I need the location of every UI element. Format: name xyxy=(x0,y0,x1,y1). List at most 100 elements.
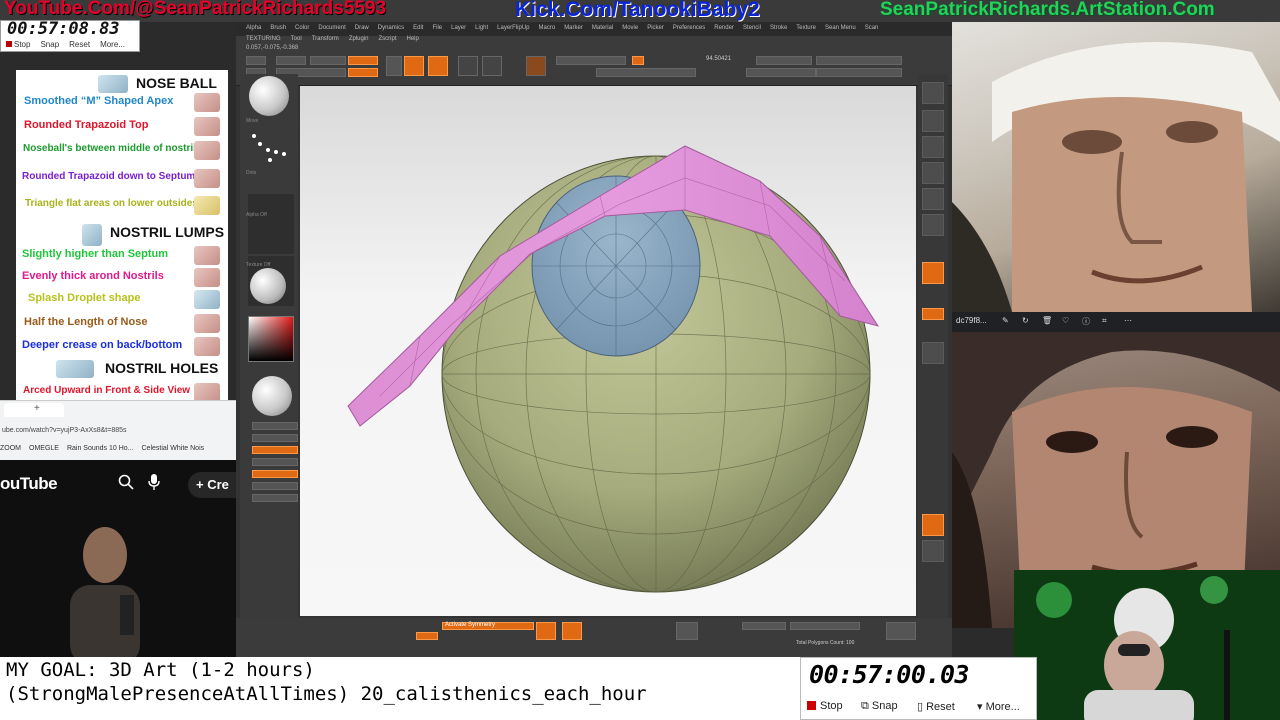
submenu-item[interactable]: Zscript xyxy=(379,36,397,42)
delete-icon[interactable]: 🗑 xyxy=(1042,316,1052,325)
stopwatch-large-stop-button[interactable]: Stop xyxy=(807,700,843,712)
stopwatch-small-stop-button[interactable]: Stop xyxy=(6,40,30,49)
info-icon[interactable]: ⓘ xyxy=(1082,316,1090,327)
left-shelf-button[interactable] xyxy=(252,434,298,442)
menu-item[interactable]: Preferences xyxy=(673,25,705,36)
bookmark-omegle[interactable]: OMEGLE xyxy=(29,445,59,452)
menu-item[interactable]: File xyxy=(432,25,442,36)
local-button[interactable] xyxy=(922,308,944,320)
material-thumbnail[interactable] xyxy=(250,268,286,304)
move-view-button[interactable] xyxy=(922,514,944,536)
bookmark-white-noise[interactable]: Celestial White Nois xyxy=(142,445,205,452)
spix-button[interactable] xyxy=(922,110,944,132)
bottom-shelf-button[interactable] xyxy=(886,622,916,640)
menu-item[interactable]: Texture xyxy=(796,25,816,36)
left-shelf-toggle[interactable] xyxy=(252,470,298,478)
draw-mode-button[interactable] xyxy=(404,56,424,76)
more-icon[interactable]: ⋯ xyxy=(1124,316,1132,325)
load-button[interactable] xyxy=(246,56,266,65)
zoom-button[interactable] xyxy=(922,136,944,158)
submenu-item[interactable]: TEXTURING xyxy=(246,36,281,42)
z-intensity-slider[interactable] xyxy=(746,68,816,77)
matcap-thumbnail[interactable] xyxy=(252,376,292,416)
scale-mode-button[interactable] xyxy=(458,56,478,76)
bookmark-rain-sounds[interactable]: Rain Sounds 10 Ho... xyxy=(67,445,134,452)
symmetry-x-button[interactable] xyxy=(536,622,556,640)
menu-item[interactable]: Light xyxy=(475,25,488,36)
frame-button[interactable] xyxy=(922,342,944,364)
mic-icon[interactable] xyxy=(148,474,160,495)
rgb-intensity-slider[interactable] xyxy=(596,68,696,77)
menu-item[interactable]: Alpha xyxy=(246,25,261,36)
stopwatch-small-reset-button[interactable]: Reset xyxy=(69,40,90,49)
menu-item[interactable]: Movie xyxy=(622,25,638,36)
menu-item[interactable]: Scan xyxy=(865,25,879,36)
menu-item[interactable]: Color xyxy=(295,25,309,36)
menu-item[interactable]: LayerFlipUp xyxy=(497,25,529,36)
menu-item[interactable]: Brush xyxy=(270,25,286,36)
crop-icon[interactable]: ⌗ xyxy=(1102,316,1107,326)
menu-item[interactable]: Document xyxy=(318,25,345,36)
stopwatch-large-more-button[interactable]: ▾ More... xyxy=(977,700,1020,713)
bottom-shelf-button[interactable] xyxy=(790,622,860,630)
left-shelf-button[interactable] xyxy=(252,458,298,466)
stopwatch-large-snap-button[interactable]: ⧉ Snap xyxy=(861,700,898,713)
submenu-item[interactable]: Zplugin xyxy=(349,36,369,42)
focal-shift-slider[interactable] xyxy=(756,56,812,65)
zsub-button[interactable] xyxy=(348,68,378,77)
brush-thumbnail[interactable] xyxy=(249,76,289,116)
draw-size-slider[interactable] xyxy=(816,56,902,65)
left-shelf-button[interactable] xyxy=(252,422,298,430)
rotate-mode-button[interactable] xyxy=(482,56,502,76)
left-shelf-toggle[interactable] xyxy=(252,446,298,454)
gizmo-button[interactable] xyxy=(526,56,546,76)
edit-button[interactable] xyxy=(386,56,402,76)
search-icon[interactable] xyxy=(118,474,134,495)
menu-item[interactable]: Layer xyxy=(451,25,466,36)
floor-button[interactable] xyxy=(922,262,944,284)
stopwatch-small-snap-button[interactable]: Snap xyxy=(40,40,59,49)
actual-button[interactable] xyxy=(922,162,944,184)
left-shelf-button[interactable] xyxy=(252,482,298,490)
menu-item[interactable]: Edit xyxy=(413,25,423,36)
bpr-button[interactable] xyxy=(922,82,944,104)
activate-symmetry-button[interactable]: Activate Symmetry xyxy=(442,622,534,630)
edit-icon[interactable]: ✎ xyxy=(1002,316,1009,325)
menu-item[interactable]: Draw xyxy=(355,25,369,36)
zbrush-canvas[interactable] xyxy=(300,86,916,616)
zadd-toggle[interactable] xyxy=(632,56,644,65)
left-shelf-button[interactable] xyxy=(252,494,298,502)
aahalf-button[interactable] xyxy=(922,188,944,210)
menu-item[interactable]: Stencil xyxy=(743,25,761,36)
address-bar[interactable]: ube.com/watch?v=yujP3-AxXs8&t=885s xyxy=(2,427,127,434)
stroke-thumbnail[interactable] xyxy=(250,130,290,170)
rotate-icon[interactable]: ↻ xyxy=(1022,316,1029,325)
menu-item[interactable]: Stroke xyxy=(770,25,787,36)
stopwatch-small-more-button[interactable]: More... xyxy=(100,40,125,49)
stopwatch-large-reset-button[interactable]: ▯ Reset xyxy=(917,700,955,713)
youtube-logo[interactable]: ouTube xyxy=(0,474,58,494)
menu-item[interactable]: Picker xyxy=(647,25,664,36)
alpha-thumbnail[interactable] xyxy=(248,194,294,254)
submenu-item[interactable]: Transform xyxy=(312,36,339,42)
symmetry-toggle[interactable] xyxy=(416,632,438,640)
bookmark-zoom[interactable]: ZOOM xyxy=(0,445,21,452)
menu-item[interactable]: Render xyxy=(714,25,734,36)
menu-item[interactable]: Material xyxy=(592,25,613,36)
bottom-shelf-button[interactable] xyxy=(742,622,786,630)
dynamic-button[interactable] xyxy=(816,68,902,77)
zadd-button[interactable] xyxy=(348,56,378,65)
submenu-item[interactable]: Tool xyxy=(291,36,302,42)
favorite-icon[interactable]: ♡ xyxy=(1062,316,1069,325)
persp-button[interactable] xyxy=(922,214,944,236)
submenu-item[interactable]: Help xyxy=(407,36,419,42)
menu-item[interactable]: Marker xyxy=(564,25,583,36)
save-button[interactable] xyxy=(276,56,306,65)
menu-item[interactable]: Macro xyxy=(539,25,556,36)
create-button[interactable]: + Cre xyxy=(188,472,236,498)
bottom-shelf-button[interactable] xyxy=(676,622,698,640)
scale-button[interactable] xyxy=(310,56,346,65)
move-mode-button[interactable] xyxy=(428,56,448,76)
mrgb-button[interactable] xyxy=(556,56,626,65)
color-picker[interactable] xyxy=(248,316,294,362)
